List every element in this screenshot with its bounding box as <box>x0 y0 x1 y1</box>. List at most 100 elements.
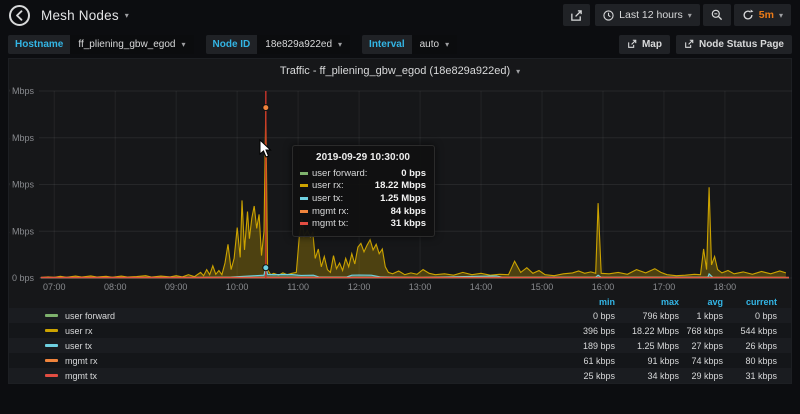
y-tick-label: 20 Mbps <box>9 86 34 96</box>
series-name[interactable]: user rx <box>65 326 93 336</box>
series-max: 796 kbps <box>615 311 679 321</box>
variable-value-dropdown[interactable]: ff_pliening_gbw_egod▾ <box>70 35 193 54</box>
chevron-down-icon: ▾ <box>338 40 342 49</box>
tooltip-series-value: 1.25 Mbps <box>380 193 426 204</box>
chevron-down-icon[interactable]: ▾ <box>779 11 783 20</box>
variable-current-value: 18e829a922ed <box>265 39 332 50</box>
y-tick-label: 15 Mbps <box>9 133 34 143</box>
legend-col-min[interactable]: min <box>523 297 615 307</box>
legend-header: min max avg current <box>9 295 791 308</box>
series-name[interactable]: mgmt tx <box>65 371 97 381</box>
series-name[interactable]: user tx <box>65 341 92 351</box>
chevron-down-icon: ▾ <box>445 40 449 49</box>
legend-row-user-rx[interactable]: user rx396 bps18.22 Mbps768 kbps544 kbps <box>9 323 791 338</box>
legend-col-current[interactable]: current <box>723 297 777 307</box>
tooltip-series-label: mgmt tx: <box>312 218 391 229</box>
series-max: 34 kbps <box>615 371 679 381</box>
series-name[interactable]: user forward <box>65 311 115 321</box>
y-tick-label: 0 bps <box>12 273 35 283</box>
tooltip-timestamp: 2019-09-29 10:30:00 <box>300 152 426 163</box>
series-max: 91 kbps <box>615 356 679 366</box>
dashboard-title[interactable]: Mesh Nodes <box>41 8 119 23</box>
series-color-swatch <box>300 197 308 200</box>
legend-row-user-forward[interactable]: user forward0 bps796 kbps1 kbps0 bps <box>9 308 791 323</box>
tooltip-series-label: mgmt rx: <box>312 206 391 217</box>
legend-col-max[interactable]: max <box>615 297 679 307</box>
x-tick-label: 12:00 <box>348 282 371 292</box>
x-tick-label: 18:00 <box>714 282 737 292</box>
x-tick-label: 10:00 <box>226 282 249 292</box>
series-avg: 74 kbps <box>679 356 723 366</box>
refresh-icon <box>742 9 754 21</box>
time-range-picker[interactable]: Last 12 hours ▾ <box>595 4 700 26</box>
tooltip-series-value: 84 kbps <box>391 206 426 217</box>
series-max: 1.25 Mbps <box>615 341 679 351</box>
series-color-swatch <box>45 374 58 377</box>
time-range-label: Last 12 hours <box>619 9 683 21</box>
chevron-down-icon[interactable]: ▾ <box>125 11 129 20</box>
legend-col-avg[interactable]: avg <box>679 297 723 307</box>
x-tick-label: 16:00 <box>592 282 615 292</box>
external-link-icon <box>627 39 637 49</box>
variable-current-value: auto <box>420 39 439 50</box>
tooltip-series-value: 18.22 Mbps <box>375 180 426 191</box>
series-color-swatch <box>300 222 308 225</box>
magnifier-icon <box>711 9 723 21</box>
tooltip-series-label: user rx: <box>312 180 375 191</box>
series-current: 26 kbps <box>723 341 777 351</box>
link-button-map[interactable]: Map <box>619 35 670 54</box>
variable-label: Hostname <box>8 35 70 54</box>
panel-title-menu[interactable]: Traffic - ff_pliening_gbw_egod (18e829a9… <box>9 59 791 83</box>
series-color-swatch <box>45 344 58 347</box>
series-color-swatch <box>300 184 308 187</box>
series-name[interactable]: mgmt rx <box>65 356 98 366</box>
series-avg: 29 kbps <box>679 371 723 381</box>
external-link-icon <box>684 39 694 49</box>
share-icon <box>570 9 583 22</box>
series-color-swatch <box>45 329 58 332</box>
legend-row-user-tx[interactable]: user tx 189 bps1.25 Mbps27 kbps26 kbps <box>9 338 791 353</box>
legend-row-mgmt-rx[interactable]: mgmt rx 61 kbps91 kbps74 kbps80 kbps <box>9 353 791 368</box>
navbar-actions: Last 12 hours ▾ 5m ▾ <box>563 4 791 26</box>
tooltip-series-label: user tx: <box>312 193 380 204</box>
hover-point <box>263 105 269 111</box>
submenu-row: Hostnameff_pliening_gbw_egod▾Node ID18e8… <box>0 30 800 58</box>
back-button[interactable] <box>9 5 30 26</box>
tooltip-row: user tx:1.25 Mbps <box>300 192 426 205</box>
tooltip-series-label: user forward: <box>312 168 401 179</box>
panel-title: Traffic - ff_pliening_gbw_egod (18e829a9… <box>280 65 510 77</box>
x-tick-label: 11:00 <box>287 282 309 292</box>
variable-value-dropdown[interactable]: auto ▾ <box>412 35 457 54</box>
series-min: 189 bps <box>523 341 615 351</box>
legend-row-mgmt-tx[interactable]: mgmt tx25 kbps34 kbps29 kbps31 kbps <box>9 368 791 383</box>
variable-node-id: Node ID18e829a922ed▾ <box>206 35 351 54</box>
tooltip-series-value: 31 kbps <box>391 218 426 229</box>
series-color-swatch <box>300 172 308 175</box>
series-current: 0 bps <box>723 311 777 321</box>
legend-rows: user forward0 bps796 kbps1 kbps0 bpsuser… <box>9 308 791 383</box>
arrow-left-icon <box>14 10 25 21</box>
share-button[interactable] <box>563 4 590 26</box>
link-label: Node Status Page <box>699 39 784 50</box>
zoom-out-button[interactable] <box>703 4 731 26</box>
x-tick-label: 08:00 <box>104 282 127 292</box>
hover-point <box>263 265 269 271</box>
clock-icon <box>603 10 614 21</box>
chevron-down-icon: ▾ <box>516 67 520 76</box>
series-max: 18.22 Mbps <box>615 326 679 336</box>
series-current: 544 kbps <box>723 326 777 336</box>
dashboard-links: Map Node Status Page <box>619 35 792 54</box>
series-current: 80 kbps <box>723 356 777 366</box>
series-color-swatch <box>45 359 58 362</box>
refresh-interval-label[interactable]: 5m <box>759 9 774 21</box>
series-min: 61 kbps <box>523 356 615 366</box>
x-tick-label: 07:00 <box>43 282 66 292</box>
variable-value-dropdown[interactable]: 18e829a922ed ▾ <box>257 35 350 54</box>
refresh-button[interactable]: 5m ▾ <box>734 4 791 26</box>
tooltip-row: user forward:0 bps <box>300 167 426 180</box>
link-button-node-status-page[interactable]: Node Status Page <box>676 35 792 54</box>
grafana-dashboard: Mesh Nodes ▾ Last 12 hours ▾ <box>0 0 800 414</box>
series-avg: 27 kbps <box>679 341 723 351</box>
x-tick-label: 09:00 <box>165 282 188 292</box>
variable-interval: Intervalauto▾ <box>362 35 457 54</box>
